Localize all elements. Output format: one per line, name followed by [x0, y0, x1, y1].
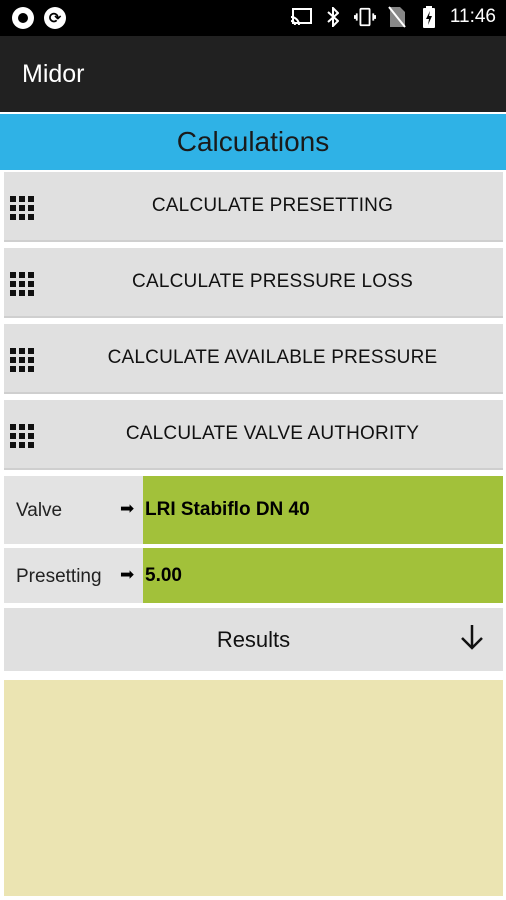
no-sim-icon [386, 6, 408, 28]
grid-icon [10, 348, 34, 372]
button-label: CALCULATE PRESSURE LOSS [132, 271, 413, 292]
calculate-valve-authority-button[interactable]: CALCULATE VALVE AUTHORITY [4, 400, 503, 470]
calculate-presetting-button[interactable]: CALCULATE PRESETTING [4, 172, 503, 242]
grid-icon [10, 196, 34, 220]
section-header: Calculations [0, 114, 506, 170]
cast-icon [290, 6, 312, 28]
presetting-label: Presetting [16, 566, 102, 587]
arrow-right-icon: ➡ [120, 565, 135, 584]
grid-icon [10, 424, 34, 448]
grid-icon [10, 272, 34, 296]
vibrate-icon [353, 6, 376, 28]
arrow-right-icon: ➡ [120, 499, 135, 518]
record-icon [12, 7, 34, 29]
calculate-available-pressure-button[interactable]: CALCULATE AVAILABLE PRESSURE [4, 324, 503, 394]
valve-value[interactable]: LRI Stabiflo DN 40 [143, 476, 503, 544]
status-bar: ⟳ 11:46 [0, 0, 506, 36]
button-label: CALCULATE AVAILABLE PRESSURE [107, 347, 438, 368]
arrow-down-icon[interactable] [459, 622, 485, 659]
presetting-value[interactable]: 5.00 [143, 548, 503, 603]
app-bar: Midor [0, 36, 506, 112]
bluetooth-icon [322, 6, 344, 28]
valve-row[interactable]: Valve ➡ LRI Stabiflo DN 40 [4, 476, 503, 544]
valve-label: Valve [16, 500, 63, 521]
status-time: 11:46 [449, 6, 496, 27]
calculate-pressure-loss-button[interactable]: CALCULATE PRESSURE LOSS [4, 248, 503, 318]
app-title: Midor [22, 60, 85, 88]
presetting-row[interactable]: Presetting ➡ 5.00 [4, 548, 503, 603]
sync-icon: ⟳ [44, 7, 66, 29]
results-toggle[interactable]: Results [4, 608, 503, 671]
results-label: Results [216, 626, 291, 652]
battery-charging-icon [418, 6, 440, 28]
results-panel [4, 680, 503, 896]
button-label: CALCULATE PRESETTING [151, 195, 394, 216]
button-label: CALCULATE VALVE AUTHORITY [125, 423, 420, 444]
section-title: Calculations [176, 126, 330, 157]
